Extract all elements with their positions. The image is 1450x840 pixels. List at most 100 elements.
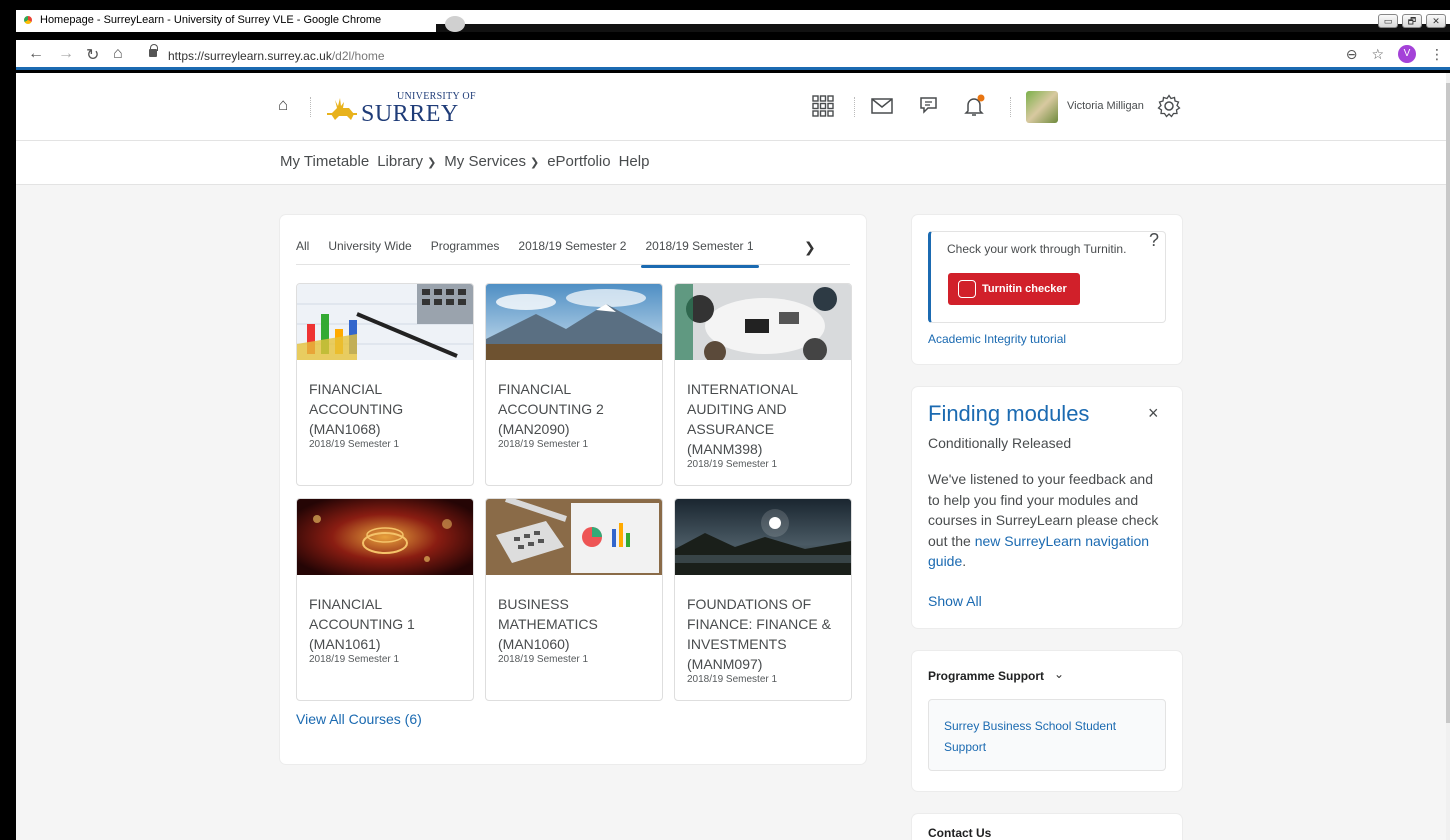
tab-semester-2[interactable]: 2018/19 Semester 2 [518,239,635,264]
course-name: FINANCIAL ACCOUNTING (MAN1068) [309,381,404,437]
profile-avatar[interactable]: V [1398,45,1416,63]
course-tile[interactable]: INTERNATIONAL AUDITING AND ASSURANCE (MA… [674,283,852,486]
tab-university-wide[interactable]: University Wide [328,239,420,264]
url-path: /d2l/home [331,49,385,63]
tab-programmes[interactable]: Programmes [431,239,509,264]
course-name: BUSINESS MATHEMATICS (MAN1060) [498,596,598,652]
menu-kebab-icon[interactable]: ⋮ [1430,46,1444,63]
bookmark-star-icon[interactable]: ☆ [1371,46,1384,63]
finding-modules-widget: Finding modules × Conditionally Released… [912,387,1182,628]
chevron-right-icon[interactable]: ❯ [804,239,816,256]
finding-modules-body: We've listened to your feedback and to h… [928,469,1160,572]
finding-modules-title: Finding modules [928,401,1090,426]
course-name: FINANCIAL ACCOUNTING 2 (MAN2090) [498,381,604,437]
programme-support-widget: Programme Support ⌄ Surrey Business Scho… [912,651,1182,791]
restore-button[interactable]: 🗗 [1402,14,1422,28]
home-icon[interactable]: ⌂ [113,45,123,63]
course-tile[interactable]: FINANCIAL ACCOUNTING (MAN1068) 2018/19 S… [296,283,474,486]
university-logo[interactable]: UNIVERSITY OF SURREY [327,92,476,126]
turnitin-button-label: Turnitin checker [982,283,1067,295]
waffle-grid-icon[interactable] [811,94,835,118]
nav-help[interactable]: Help [619,153,650,170]
divider [854,97,855,117]
nav-my-timetable[interactable]: My Timetable [280,153,369,170]
chevron-down-icon[interactable]: ⌄ [1054,667,1064,681]
nav-library[interactable]: Library ❯ [377,153,436,170]
divider [310,97,311,117]
view-all-courses-link[interactable]: View All Courses (6) [296,711,422,727]
user-name[interactable]: Victoria Milligan [1067,100,1144,112]
contact-us-title: Contact Us [928,826,992,840]
course-name: FINANCIAL ACCOUNTING 1 (MAN1061) [309,596,415,652]
chevron-down-icon: ❯ [427,157,437,169]
turnitin-widget: Check your work through Turnitin. ? Turn… [912,215,1182,364]
conditionally-released-label: Conditionally Released [928,435,1072,451]
tab-semester-1[interactable]: 2018/19 Semester 1 [641,239,762,268]
course-semester: 2018/19 Semester 1 [498,439,589,450]
nav-my-services[interactable]: My Services ❯ [444,153,539,170]
nav-eportfolio[interactable]: ePortfolio [547,153,610,170]
turnitin-checker-button[interactable]: Turnitin checker [948,273,1080,305]
stag-logo-icon [327,98,357,120]
academic-integrity-link[interactable]: Academic Integrity tutorial [928,332,1066,346]
show-all-link[interactable]: Show All [928,593,982,609]
scrollbar[interactable] [1446,73,1450,840]
lock-icon [149,44,158,57]
zoom-icon[interactable]: ⊖ [1346,46,1358,63]
home-icon[interactable]: ⌂ [278,95,288,115]
settings-gear-icon[interactable] [1157,94,1181,118]
reload-icon[interactable]: ↻ [86,45,99,65]
window-controls: ▭ 🗗 ✕ [1378,14,1446,28]
course-tile[interactable]: FOUNDATIONS OF FINANCE: FINANCE & INVEST… [674,498,852,701]
course-tile[interactable]: BUSINESS MATHEMATICS (MAN1060) 2018/19 S… [485,498,663,701]
user-avatar[interactable] [1026,91,1058,123]
new-tab-button[interactable] [445,16,465,32]
page: ⌂ UNIVERSITY OF SURREY Victoria Milligan… [16,73,1446,840]
turnitin-panel: Check your work through Turnitin. ? Turn… [928,230,1166,323]
course-semester: 2018/19 Semester 1 [687,674,778,685]
minimize-button[interactable]: ▭ [1378,14,1398,28]
site-header: ⌂ UNIVERSITY OF SURREY Victoria Milligan [16,73,1446,141]
nav-my-services-label: My Services [444,153,526,170]
address-bar: ← → ↻ ⌂ https://surreylearn.surrey.ac.uk… [16,40,1450,70]
programme-support-panel: Surrey Business School Student Support [928,699,1166,771]
window-title: Homepage - SurreyLearn - University of S… [40,14,382,26]
programme-support-title[interactable]: Programme Support [928,669,1044,683]
url-host: https://surreylearn.surrey.ac.uk [168,49,332,63]
course-tabs: All University Wide Programmes 2018/19 S… [296,239,850,268]
course-image [486,284,662,360]
course-image [675,499,851,575]
url-field[interactable]: https://surreylearn.surrey.ac.uk/d2l/hom… [168,49,385,63]
course-image [297,284,473,360]
course-semester: 2018/19 Semester 1 [498,654,589,665]
back-arrow-icon[interactable]: ← [28,45,44,63]
chrome-icon [22,14,34,26]
course-image [675,284,851,363]
course-image [486,499,662,575]
course-name: FOUNDATIONS OF FINANCE: FINANCE & INVEST… [687,596,831,672]
notification-bell-icon[interactable] [962,94,986,118]
forward-arrow-icon[interactable]: → [58,45,74,63]
contact-widget: Contact Us [912,814,1182,840]
business-school-support-link[interactable]: Surrey Business School Student Support [944,716,1144,757]
logo-text: SURREY [361,101,459,127]
body-text-end: . [962,553,967,569]
close-window-button[interactable]: ✕ [1426,14,1446,28]
chat-bubbles-icon[interactable] [918,94,942,118]
window-border [0,32,16,840]
close-icon[interactable]: × [1148,403,1159,424]
scrollbar-thumb[interactable] [1446,83,1450,723]
course-semester: 2018/19 Semester 1 [309,654,400,665]
chevron-down-icon: ❯ [529,157,540,169]
window-title-bar: Homepage - SurreyLearn - University of S… [0,0,1450,32]
help-icon[interactable]: ? [1149,230,1159,251]
course-image [297,499,473,575]
tab-all[interactable]: All [296,239,318,264]
my-courses-widget: All University Wide Programmes 2018/19 S… [280,215,866,764]
course-semester: 2018/19 Semester 1 [687,459,778,470]
mail-icon[interactable] [870,94,894,118]
course-tile[interactable]: FINANCIAL ACCOUNTING 1 (MAN1061) 2018/19… [296,498,474,701]
divider [1010,97,1011,117]
course-tile[interactable]: FINANCIAL ACCOUNTING 2 (MAN2090) 2018/19… [485,283,663,486]
course-semester: 2018/19 Semester 1 [309,439,400,450]
